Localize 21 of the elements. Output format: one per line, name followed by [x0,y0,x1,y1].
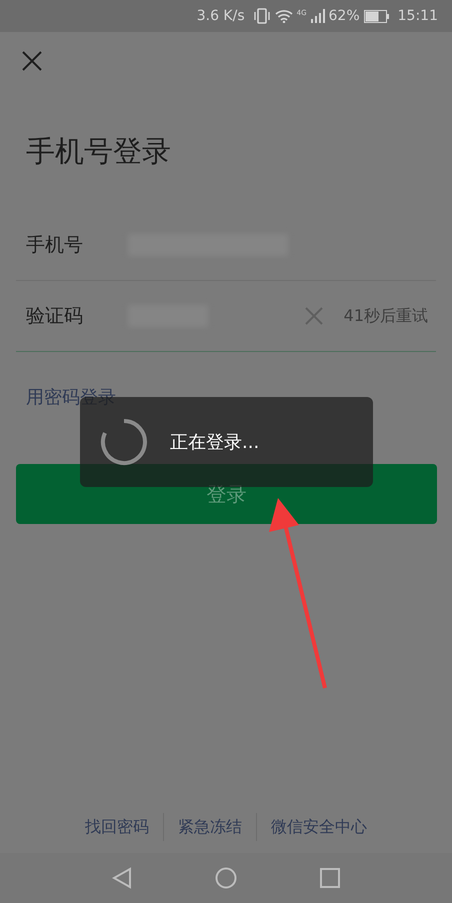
field-label: 验证码 [25,304,84,329]
field-label: 手机号 [25,232,84,258]
vibrate-icon [252,8,271,24]
signal-icon [310,9,325,23]
spinner-icon [100,418,148,466]
footer-link[interactable]: 微信安全中心 [257,815,381,839]
wifi-icon [274,9,293,23]
battery-percent: 62% [328,6,360,26]
battery-icon [364,10,389,22]
home-icon[interactable] [214,867,237,889]
close-icon[interactable] [20,49,44,73]
page-title: 手机号登录 [26,137,172,166]
recents-icon[interactable] [320,868,340,888]
clear-icon[interactable] [304,306,324,326]
network-speed: 3.6 K/s [196,6,245,26]
back-icon[interactable] [112,867,132,889]
resend-countdown: 41秒后重试 [344,305,429,327]
footer-link[interactable]: 紧急冻结 [164,815,256,839]
toast-message: 正在登录... [170,430,260,454]
clock: 15:11 [398,6,438,26]
footer-link[interactable]: 找回密码 [71,815,163,839]
